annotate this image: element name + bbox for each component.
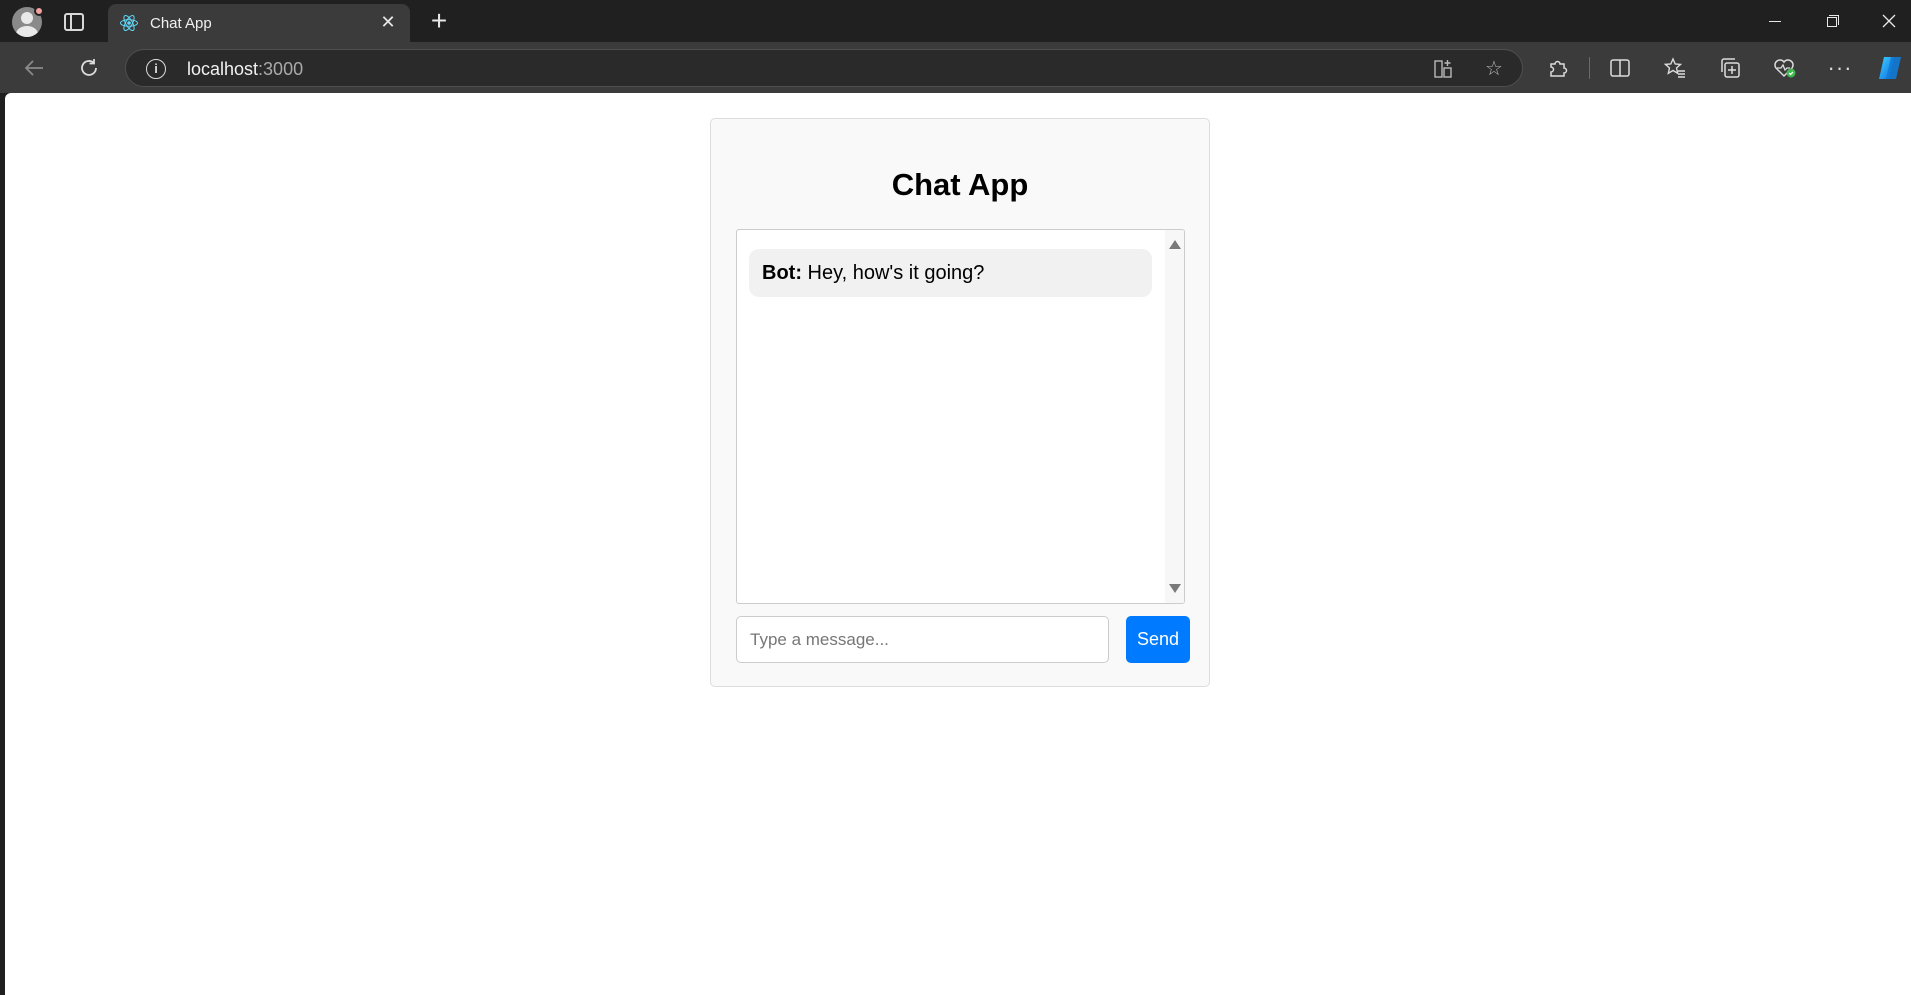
refresh-button[interactable] (73, 52, 105, 84)
app-available-icon[interactable] (1431, 57, 1455, 81)
url-text[interactable]: localhost:3000 (187, 59, 303, 80)
title-bar: Chat App ✕ + (0, 0, 1911, 42)
copilot-icon (1879, 57, 1901, 79)
page-title: Chat App (891, 167, 1029, 202)
refresh-icon (81, 59, 97, 76)
react-logo-icon (120, 14, 138, 32)
message-list[interactable]: Bot: Hey, how's it going? (736, 229, 1185, 604)
new-tab-button[interactable]: + (424, 6, 454, 36)
close-window-button[interactable] (1866, 6, 1911, 36)
minimize-button[interactable] (1752, 6, 1798, 36)
browser-essentials-icon (1774, 59, 1796, 78)
scroll-up-arrow-icon[interactable] (1169, 240, 1181, 249)
back-arrow-icon (24, 60, 43, 76)
browser-toolbar: i localhost:3000 ☆ ··· (0, 42, 1911, 93)
copilot-button[interactable] (1874, 52, 1906, 84)
toolbar-separator (1589, 57, 1590, 79)
split-screen-icon (1610, 59, 1630, 77)
puzzle-piece-icon (1550, 60, 1568, 77)
chat-container: Chat App Bot: Hey, how's it going? Send (710, 118, 1210, 687)
url-host: localhost (187, 59, 259, 79)
tab-title: Chat App (150, 15, 212, 32)
send-button[interactable]: Send (1126, 616, 1190, 663)
browser-tab-active[interactable]: Chat App ✕ (108, 4, 410, 42)
settings-more-button[interactable]: ··· (1824, 52, 1856, 84)
browser-essentials-button[interactable] (1769, 52, 1801, 84)
message-text: Hey, how's it going? (801, 262, 985, 284)
close-icon (1882, 14, 1896, 28)
profile-notification-badge (34, 6, 44, 16)
star-icon[interactable]: ☆ (1482, 57, 1506, 81)
favorites-button[interactable] (1659, 52, 1691, 84)
restore-button[interactable] (1809, 6, 1855, 36)
message-sender: Bot: (762, 262, 802, 284)
split-screen-button[interactable] (1604, 52, 1636, 84)
app-grid-svg (1434, 60, 1452, 78)
scroll-down-arrow-icon[interactable] (1169, 584, 1181, 593)
close-tab-icon[interactable]: ✕ (378, 12, 398, 32)
back-button[interactable] (18, 52, 50, 84)
address-bar[interactable]: i localhost:3000 ☆ (125, 49, 1523, 87)
url-port: :3000 (258, 59, 304, 79)
favorites-icon (1663, 57, 1685, 78)
collections-icon (1721, 58, 1740, 78)
tab-actions-icon[interactable] (64, 13, 84, 31)
message-list-scrollbar[interactable] (1165, 230, 1184, 603)
page-viewport: Chat App Bot: Hey, how's it going? Send (5, 93, 1911, 995)
site-info-icon[interactable]: i (146, 59, 166, 79)
message-input[interactable] (736, 616, 1109, 663)
collections-button[interactable] (1714, 52, 1746, 84)
chat-message: Bot: Hey, how's it going? (749, 249, 1152, 297)
extensions-button[interactable] (1542, 52, 1574, 84)
